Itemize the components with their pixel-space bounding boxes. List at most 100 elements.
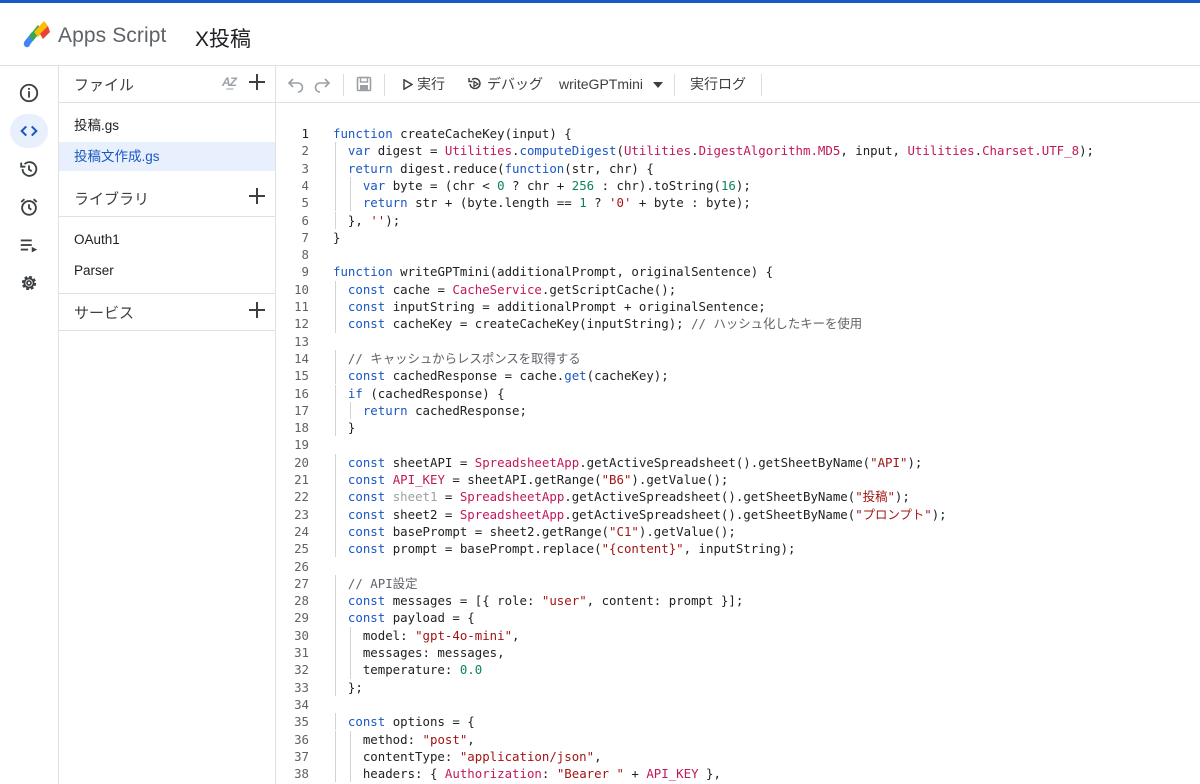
code-token: 256 [571, 177, 595, 193]
add-service-icon[interactable] [247, 300, 267, 320]
rail-editor-button[interactable] [10, 114, 48, 148]
code-token: const [347, 472, 393, 487]
library-item-oauth1[interactable]: OAuth1 [59, 225, 275, 254]
code-line[interactable]: 16 if (cachedResponse) { [276, 384, 1200, 402]
code-token: }, [698, 766, 721, 782]
code-line[interactable]: 29 const payload = { [276, 609, 1200, 627]
code-token: "プロンプト" [855, 506, 932, 522]
code-token: .getActiveSpreadsheet().getSheetByName( [564, 489, 856, 505]
divider [59, 102, 276, 103]
app-name[interactable]: Apps Script [58, 24, 166, 48]
code-token: cacheKey = createCacheKey(inputString); [392, 316, 692, 332]
code-line[interactable]: 11 const inputString = additionalPrompt … [276, 298, 1200, 316]
code-token: , content: prompt }]; [586, 593, 744, 609]
code-line[interactable]: 4 var byte = (chr < 0 ? chr + 256 : chr)… [276, 176, 1200, 195]
code-line[interactable]: 36 method: "post", [276, 730, 1200, 748]
code-token: digest = [377, 143, 445, 159]
file-item-tokobun-sakusei-gs[interactable]: 投稿文作成.gs [59, 142, 275, 171]
code-line[interactable]: 9 function writeGPTmini(additionalPrompt,… [276, 263, 1200, 280]
code-line[interactable]: 5 return str + (byte.length == 1 ? '0' +… [276, 194, 1200, 212]
code-token: Utilities [623, 143, 692, 159]
project-title[interactable]: X投稿 [195, 23, 251, 53]
code-line[interactable]: 27 // API設定 [276, 574, 1200, 593]
line-number: 13 [294, 333, 309, 349]
library-item-parser[interactable]: Parser [59, 256, 275, 285]
code-line[interactable]: 13 [276, 333, 1200, 350]
function-select[interactable]: writeGPTmini [559, 66, 663, 102]
code-line[interactable]: 1 function createCacheKey(input) { [276, 125, 1200, 142]
debug-button[interactable]: デバッグ [467, 66, 543, 102]
code-line[interactable]: 10 const cache = CacheService.getScriptC… [276, 280, 1200, 298]
code-line[interactable]: 35 const options = { [276, 713, 1200, 731]
undo-icon[interactable] [287, 75, 305, 93]
code-line[interactable]: 38 headers: { Authorization: "Bearer " +… [276, 765, 1200, 783]
code-line[interactable]: 15 const cachedResponse = cache.get(cach… [276, 367, 1200, 385]
code-line[interactable]: 26 [276, 558, 1200, 575]
redo-icon[interactable] [313, 75, 331, 93]
code-text: function createCacheKey(input) { [333, 125, 572, 142]
apps-script-logo-icon[interactable] [21, 20, 51, 48]
line-number: 18 [294, 420, 309, 436]
code-editor[interactable]: 1 function createCacheKey(input) {2 var d… [276, 103, 1200, 784]
files-section-header: ファイル A͟Z [59, 66, 276, 102]
rail-executions-button[interactable] [10, 228, 48, 262]
code-line[interactable]: 24 const basePrompt = sheet2.getRange("C… [276, 522, 1200, 541]
code-token: ).getValue(); [631, 472, 729, 487]
code-line[interactable]: 28 const messages = [{ role: "user", con… [276, 592, 1200, 610]
code-token: const [347, 610, 393, 626]
code-line[interactable]: 34 [276, 696, 1200, 713]
code-line[interactable]: 14 // キャッシュからレスポンスを取得する [276, 349, 1200, 368]
code-token: ); [907, 454, 923, 470]
save-icon[interactable] [355, 75, 373, 93]
line-number: 26 [294, 558, 309, 574]
code-line[interactable]: 25 const prompt = basePrompt.replace("{c… [276, 540, 1200, 558]
code-line[interactable]: 19 [276, 436, 1200, 453]
code-line[interactable]: 30 model: "gpt-4o-mini", [276, 626, 1200, 644]
code-text: const API_KEY = sheetAPI.getRange("B6").… [333, 471, 728, 488]
code-token: , inputString); [683, 541, 796, 557]
code-token: if [347, 385, 371, 401]
run-button[interactable]: 実行 [403, 66, 445, 102]
code-line[interactable]: 22 const sheet1 = SpreadsheetApp.getActi… [276, 488, 1200, 506]
rail-settings-button[interactable] [10, 266, 48, 300]
code-text: headers: { Authorization: "Bearer " + AP… [333, 765, 721, 782]
toolbar-divider [761, 74, 762, 96]
rail-triggers-button[interactable] [10, 190, 48, 224]
code-line[interactable]: 18 } [276, 419, 1200, 437]
line-number: 6 [301, 212, 309, 228]
code-text: return str + (byte.length == 1 ? '0' + b… [333, 194, 751, 211]
code-line[interactable]: 31 messages: messages, [276, 644, 1200, 662]
code-line[interactable]: 23 const sheet2 = SpreadsheetApp.getActi… [276, 505, 1200, 523]
code-line[interactable]: 3 return digest.reduce(function(str, chr… [276, 159, 1200, 177]
code-token: digest.reduce( [400, 160, 505, 176]
file-item-toko-gs[interactable]: 投稿.gs [59, 111, 275, 140]
rail-history-button[interactable] [10, 152, 48, 186]
code-line[interactable]: 20 const sheetAPI = SpreadsheetApp.getAc… [276, 453, 1200, 471]
execution-log-button[interactable]: 実行ログ [690, 66, 746, 102]
add-library-icon[interactable] [247, 186, 267, 206]
code-text: temperature: 0.0 [333, 661, 482, 678]
code-text: }, ''); [333, 212, 400, 229]
code-line[interactable]: 12 const cacheKey = createCacheKey(input… [276, 315, 1200, 333]
code-token: 0 [497, 177, 505, 193]
code-line[interactable]: 17 return cachedResponse; [276, 401, 1200, 420]
code-line[interactable]: 21 const API_KEY = sheetAPI.getRange("B6… [276, 471, 1200, 489]
code-line[interactable]: 7} [276, 229, 1200, 246]
add-file-icon[interactable] [247, 72, 267, 92]
rail-overview-button[interactable] [10, 76, 48, 110]
sort-az-icon[interactable]: A͟Z [222, 75, 237, 89]
code-line[interactable]: 37 contentType: "application/json", [276, 747, 1200, 766]
line-number: 33 [294, 679, 309, 695]
code-line[interactable]: 8 [276, 246, 1200, 263]
line-number: 32 [294, 662, 309, 678]
code-line[interactable]: 32 temperature: 0.0 [276, 661, 1200, 679]
code-token: const [347, 714, 393, 730]
code-line[interactable]: 2 var digest = Utilities.computeDigest(U… [276, 142, 1200, 160]
code-token: function [504, 160, 565, 176]
code-line[interactable]: 33 }; [276, 678, 1200, 696]
code-line[interactable]: 6 }, ''); [276, 211, 1200, 229]
code-text: var byte = (chr < 0 ? chr + 256 : chr).t… [333, 177, 751, 194]
code-text: const sheet2 = SpreadsheetApp.getActiveS… [333, 506, 947, 523]
